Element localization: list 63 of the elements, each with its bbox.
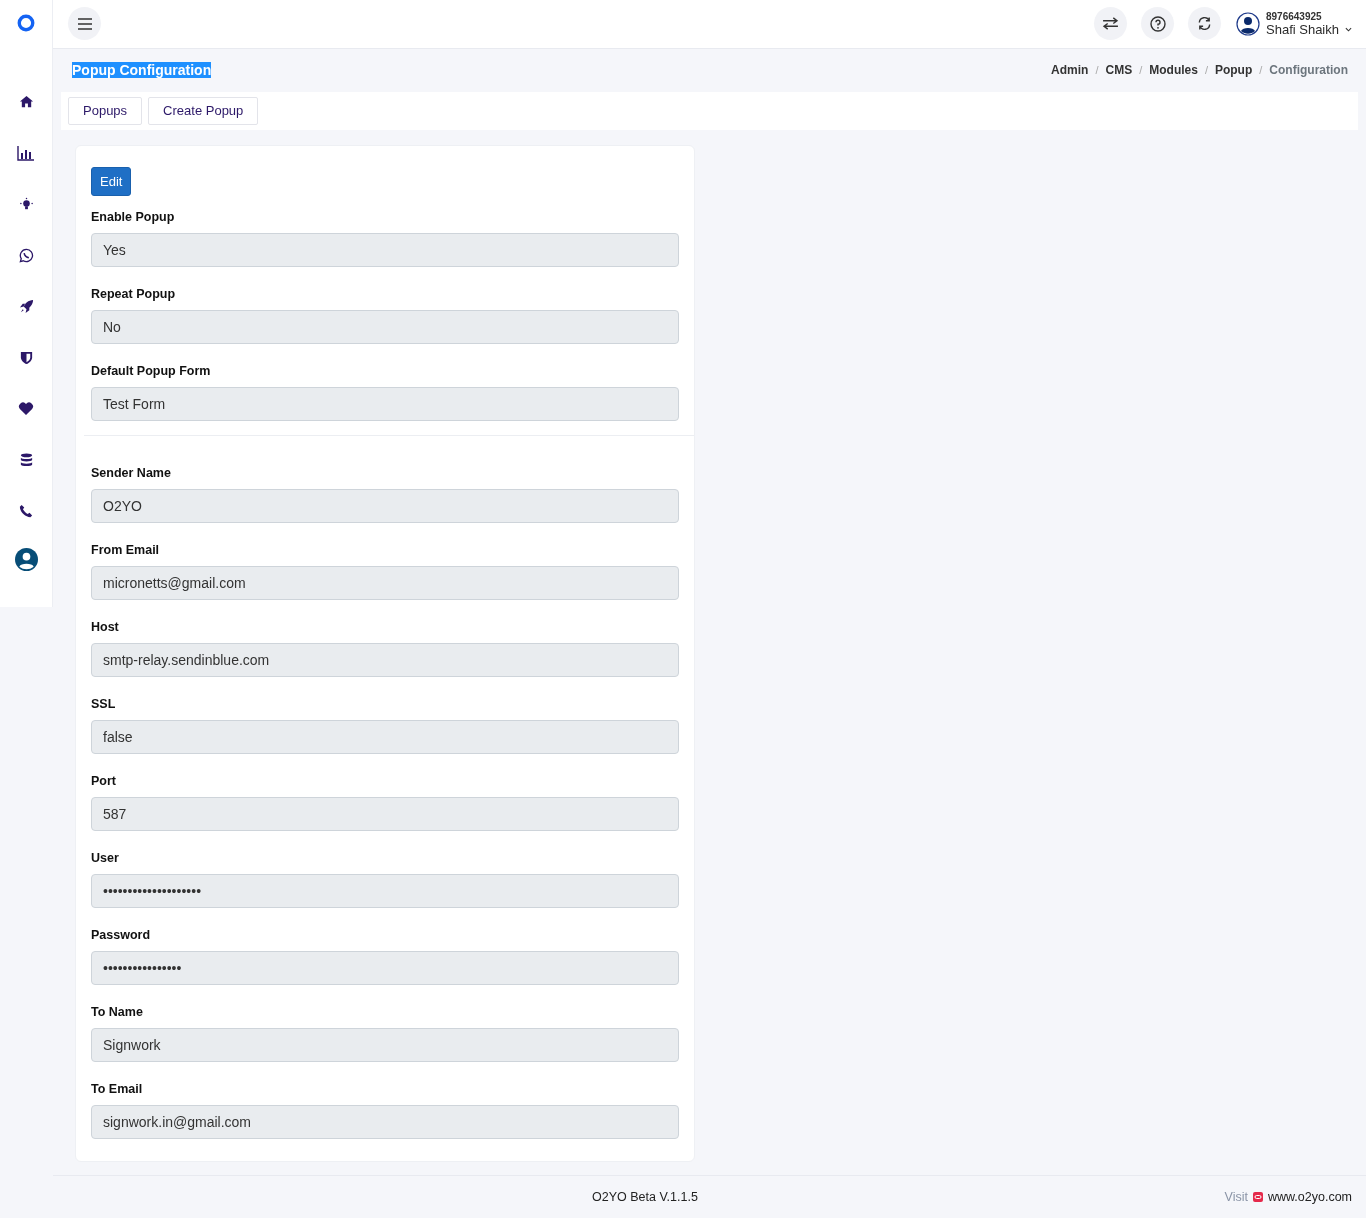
input-field[interactable]: No <box>91 309 679 344</box>
menu-button[interactable] <box>68 7 101 41</box>
field-label: From Email <box>91 542 161 557</box>
input-field[interactable]: signwork.in@gmail.com <box>91 1104 679 1139</box>
field-label: Host <box>91 619 120 634</box>
chevron-down-icon[interactable] <box>1345 26 1352 32</box>
breadcrumb-separator: / <box>1139 64 1143 77</box>
link-icon <box>1252 1191 1263 1202</box>
breadcrumb-item[interactable]: Modules <box>1149 63 1198 78</box>
input-field[interactable]: Signwork <box>91 1027 679 1062</box>
input-field[interactable]: •••••••••••••••••••• <box>91 873 679 908</box>
field-label: Repeat Popup <box>91 286 177 301</box>
shield-icon[interactable] <box>18 350 34 365</box>
field-label: Password <box>91 927 152 942</box>
field-label: Sender Name <box>91 465 172 480</box>
refresh-icon[interactable] <box>1197 16 1212 32</box>
help-button[interactable] <box>1141 7 1174 41</box>
rocket-icon[interactable] <box>18 299 34 314</box>
website-link[interactable]: www.o2yo.com <box>1267 1189 1352 1204</box>
version-text: O2YO Beta V.1.1.5 <box>592 1189 698 1204</box>
input-field[interactable]: Test Form <box>91 386 679 421</box>
field-label: SSL <box>91 696 117 711</box>
database-icon[interactable] <box>18 452 34 468</box>
input-field[interactable]: 587 <box>91 796 679 831</box>
field-label: To Email <box>91 1081 144 1096</box>
visit-label: Visit <box>1224 1189 1248 1204</box>
tab[interactable]: Create Popup <box>148 96 259 125</box>
help-icon[interactable] <box>1149 15 1166 32</box>
user-name[interactable]: Shafi Shaikh <box>1266 21 1339 37</box>
lightbulb-icon[interactable] <box>18 197 34 212</box>
field-label: Default Popup Form <box>91 363 212 378</box>
chat-phone-icon[interactable] <box>18 248 34 263</box>
breadcrumb-item[interactable]: CMS <box>1105 63 1133 78</box>
breadcrumb-item[interactable]: Popup <box>1214 63 1253 78</box>
input-field[interactable]: micronetts@gmail.com <box>91 565 679 600</box>
heart-icon[interactable] <box>18 401 34 416</box>
swap-arrows-icon[interactable] <box>1102 17 1119 31</box>
input-field[interactable]: O2YO <box>91 488 679 523</box>
field-label: Enable Popup <box>91 209 176 224</box>
breadcrumb-item: Configuration <box>1269 63 1348 78</box>
user-avatar-icon[interactable] <box>14 548 38 571</box>
home-icon[interactable] <box>18 94 34 109</box>
input-field[interactable]: Yes <box>91 232 679 267</box>
field-label: Port <box>91 773 117 788</box>
breadcrumb-separator: / <box>1259 64 1263 77</box>
edit-button[interactable]: Edit <box>91 166 132 196</box>
input-field[interactable]: smtp-relay.sendinblue.com <box>91 642 679 677</box>
field-label: To Name <box>91 1004 144 1019</box>
tab[interactable]: Popups <box>68 96 143 125</box>
swap-arrows-button[interactable] <box>1094 7 1127 41</box>
phone-icon[interactable] <box>19 504 33 518</box>
page-title: Popup Configuration <box>72 62 212 79</box>
refresh-button[interactable] <box>1188 7 1221 41</box>
breadcrumb-item[interactable]: Admin <box>1051 63 1089 78</box>
input-field[interactable]: false <box>91 719 679 754</box>
menu-icon[interactable] <box>77 17 92 30</box>
field-label: User <box>91 850 120 865</box>
breadcrumb-separator: / <box>1204 64 1208 77</box>
user-phone: 8976643925 <box>1266 10 1323 22</box>
user-avatar-icon[interactable] <box>1236 11 1260 36</box>
input-field[interactable]: •••••••••••••••• <box>91 950 679 985</box>
bar-chart-icon[interactable] <box>17 145 35 161</box>
breadcrumb-separator: / <box>1095 64 1099 77</box>
